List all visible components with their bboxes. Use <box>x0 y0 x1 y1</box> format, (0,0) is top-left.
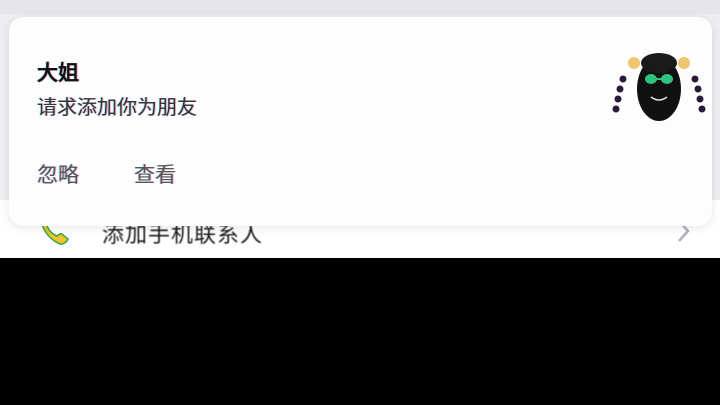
view-button[interactable]: 查看 <box>134 159 176 189</box>
sender-name: 大姐 <box>37 61 79 85</box>
video-frame: 添加手机联系人 大姐 请求添加你为朋友 忽略 查看 <box>0 0 720 405</box>
letterbox-bar <box>0 258 720 405</box>
request-message: 请求添加你为朋友 <box>37 95 197 119</box>
status-strip <box>0 0 720 14</box>
phone-screen: 添加手机联系人 大姐 请求添加你为朋友 忽略 查看 <box>0 0 720 258</box>
ignore-button[interactable]: 忽略 <box>37 159 79 189</box>
friend-request-notification[interactable]: 大姐 请求添加你为朋友 忽略 查看 <box>9 17 712 226</box>
avatar <box>611 49 707 121</box>
